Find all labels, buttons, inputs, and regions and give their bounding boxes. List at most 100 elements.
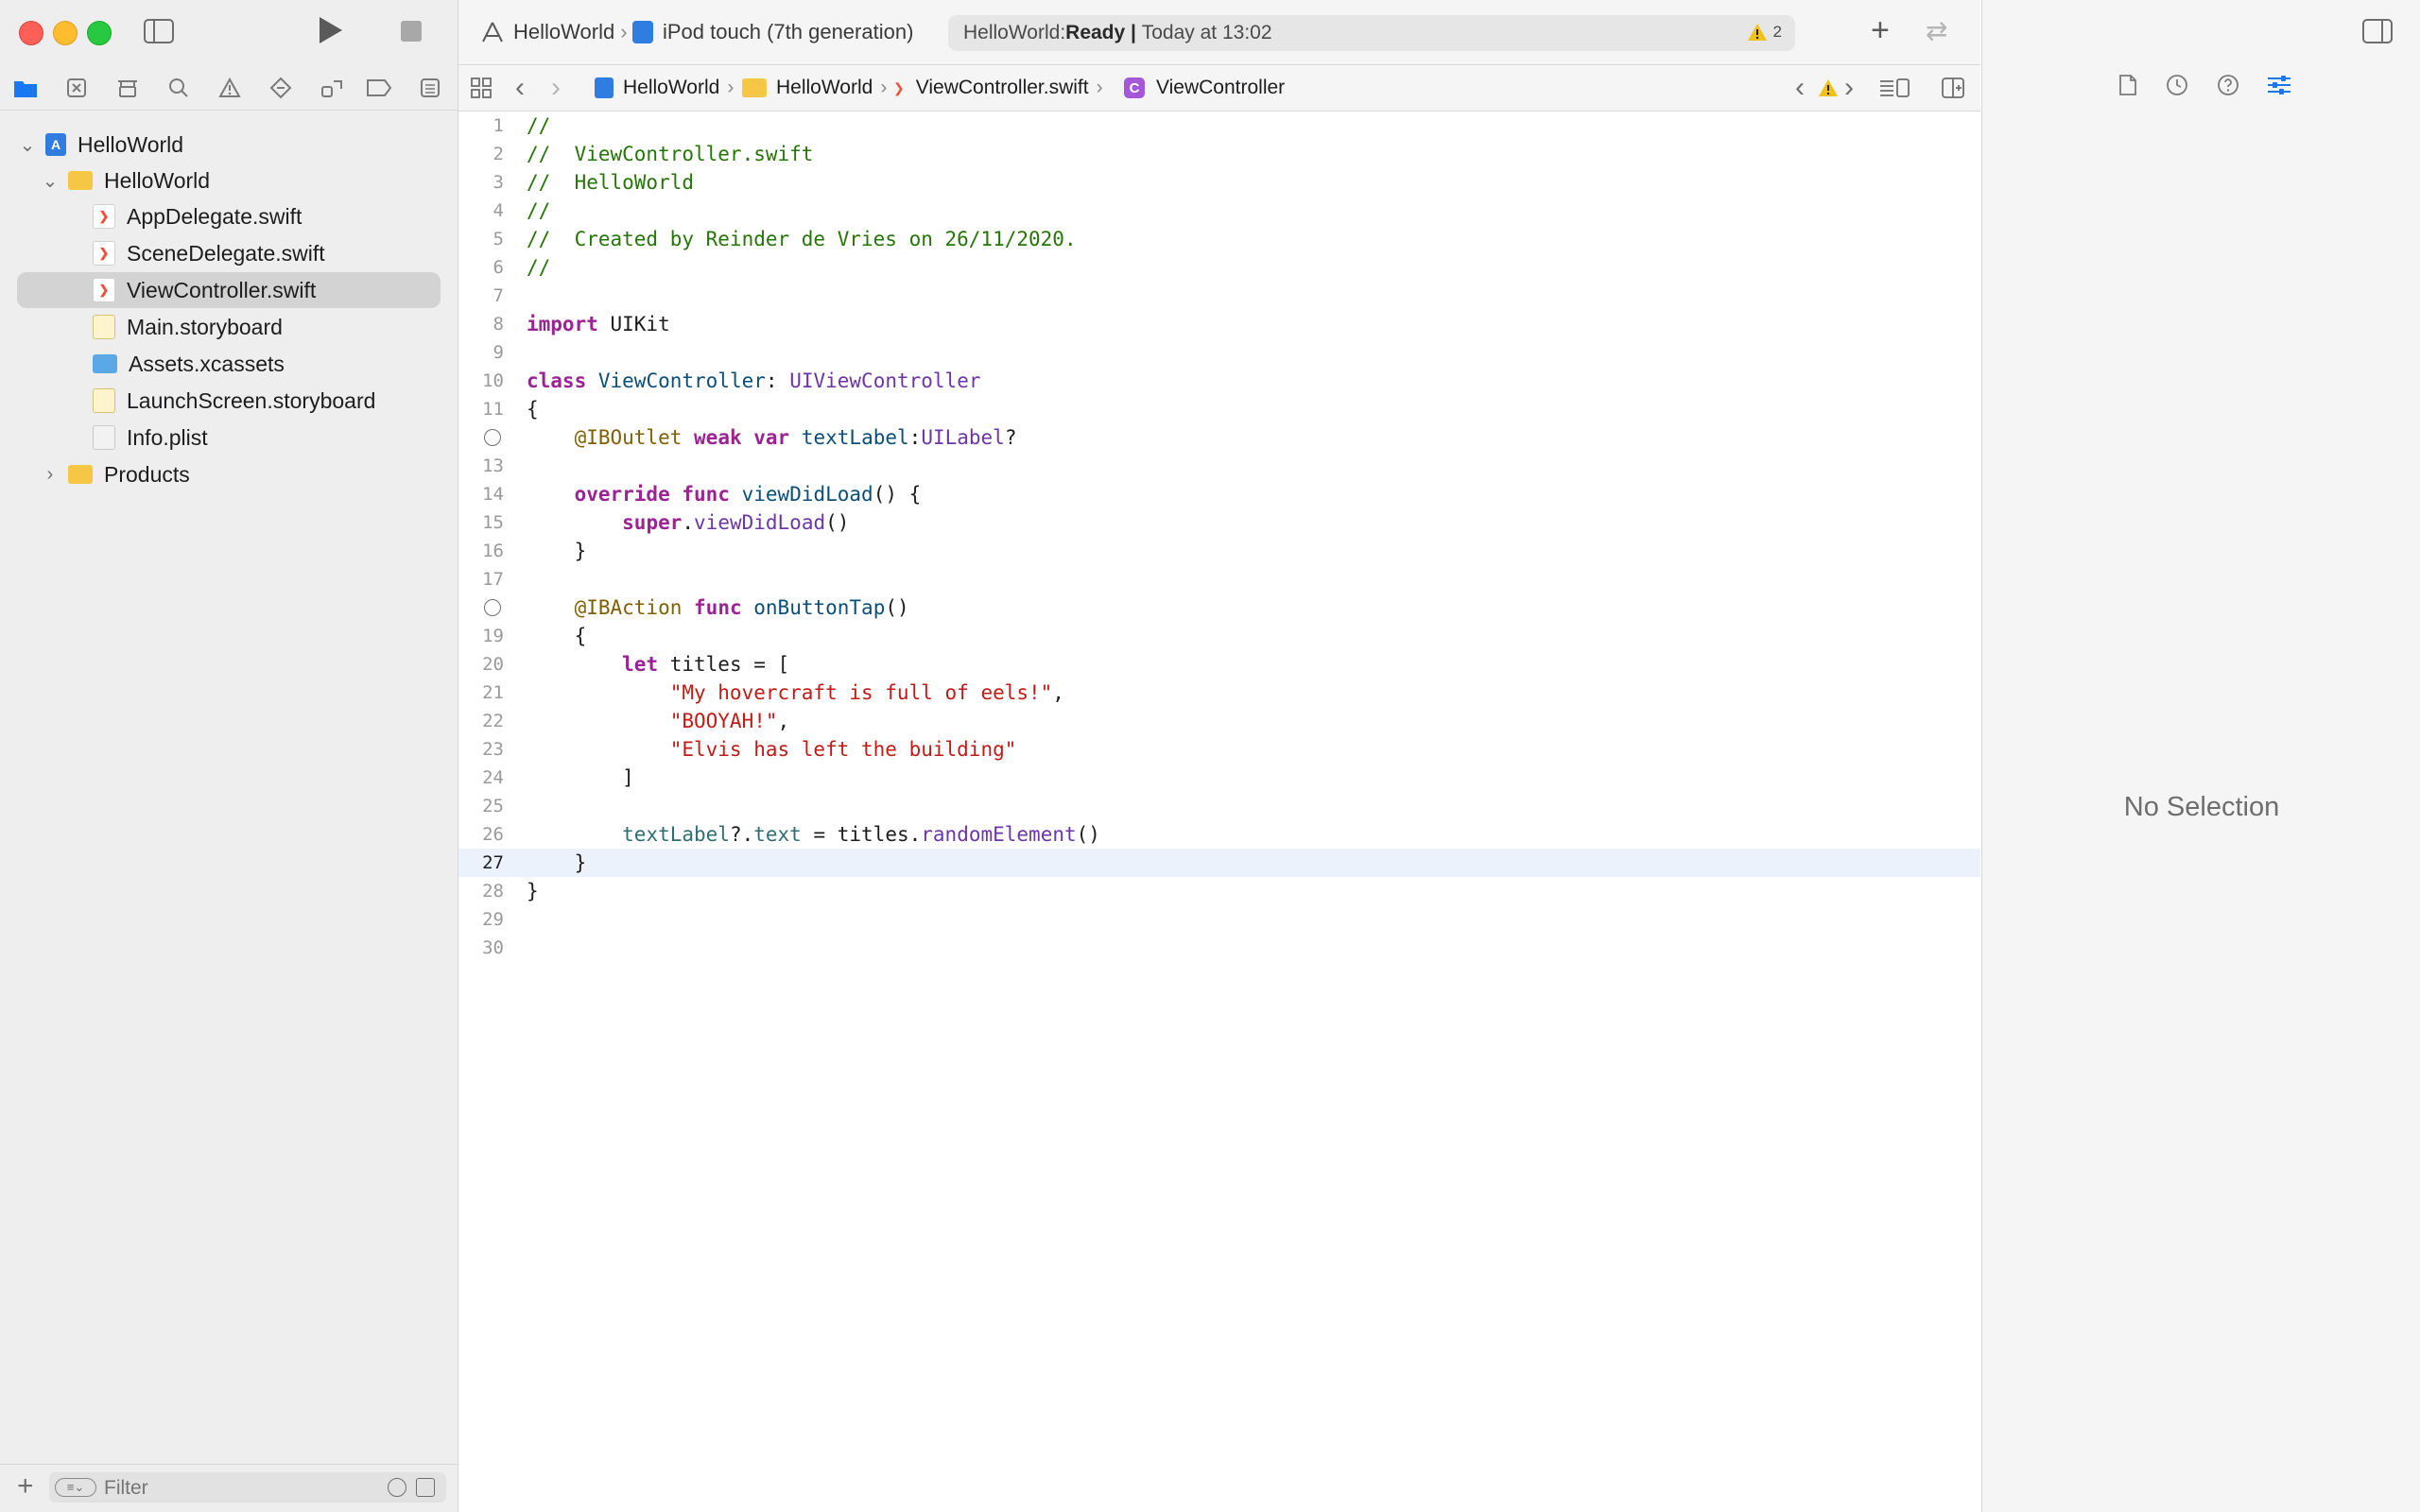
tree-item-group-helloworld[interactable]: ⌄ HelloWorld — [40, 163, 442, 198]
attributes-inspector-sliders-icon[interactable] — [2266, 74, 2292, 103]
code-line[interactable]: 7 — [458, 282, 1980, 310]
code-line[interactable]: 21 "My hovercraft is full of eels!", — [458, 679, 1980, 707]
previous-issue-chevron-icon[interactable]: ‹ — [1795, 65, 1805, 111]
code-line[interactable]: 2 // ViewController.swift — [458, 140, 1980, 168]
related-items-grid-icon[interactable] — [470, 65, 493, 111]
code-line[interactable]: 16 } — [458, 537, 1980, 565]
code-line[interactable]: 24 ] — [458, 764, 1980, 792]
code-line[interactable]: 19 { — [458, 622, 1980, 650]
jump-symbol[interactable]: C ViewController — [1124, 65, 1285, 111]
forward-chevron-icon[interactable]: › — [551, 65, 561, 111]
project-navigator-folder-icon[interactable] — [9, 74, 42, 102]
code-line[interactable]: 9 — [458, 338, 1980, 367]
tree-item-info-plist[interactable]: Info.plist — [93, 420, 442, 455]
jump-file[interactable]: ❯ ViewController.swift › — [893, 65, 1103, 111]
line-number: 19 — [482, 626, 504, 646]
line-number: 13 — [482, 455, 504, 476]
add-file-plus-icon[interactable]: + — [17, 1472, 34, 1501]
code-line[interactable]: 10 class ViewController: UIViewController — [458, 367, 1980, 395]
line-number: 10 — [482, 370, 504, 391]
find-navigator-search-icon[interactable] — [163, 74, 195, 102]
split-editor-icon[interactable] — [1941, 65, 1965, 111]
tree-item-appdelegate[interactable]: ❯ AppDelegate.swift — [93, 198, 442, 234]
outlet-connection-circle-icon[interactable] — [484, 429, 501, 446]
code-line[interactable]: 27 } — [458, 849, 1980, 877]
source-code-editor[interactable]: 1 // 2 // ViewController.swift 3 // HelloWorl… — [458, 112, 1980, 1512]
code-line[interactable]: 5 // Created by Reinder de Vries on 26/11… — [458, 225, 1980, 253]
code-line[interactable]: 17 — [458, 565, 1980, 593]
filter-field[interactable]: ≡⌄ — [49, 1472, 446, 1503]
tree-item-main-storyboard[interactable]: Main.storyboard — [93, 309, 442, 345]
warning-badge[interactable]: 2 — [1747, 23, 1782, 42]
code-line[interactable]: 3 // HelloWorld — [458, 168, 1980, 197]
code-token: weak — [694, 426, 742, 449]
code-token: UIViewController — [789, 369, 981, 392]
code-line[interactable]: 25 — [458, 792, 1980, 820]
code-line[interactable]: @IBOutlet weak var textLabel:UILabel? — [458, 423, 1980, 452]
tree-item-assets[interactable]: Assets.xcassets — [93, 346, 442, 382]
code-token: , — [777, 710, 790, 732]
code-line[interactable]: 13 — [458, 452, 1980, 480]
code-line[interactable]: 4 // — [458, 197, 1980, 225]
code-line[interactable]: 20 let titles = [ — [458, 650, 1980, 679]
code-line[interactable]: @IBAction func onButtonTap() — [458, 593, 1980, 622]
code-line[interactable]: 8 import UIKit — [458, 310, 1980, 338]
inspector-toggle-icon[interactable] — [2362, 19, 2393, 43]
tree-item-scenedelegate[interactable]: ❯ SceneDelegate.swift — [93, 235, 442, 271]
chevron-down-icon[interactable]: ⌄ — [40, 169, 60, 193]
code-line[interactable]: 30 — [458, 934, 1980, 962]
back-chevron-icon[interactable]: ‹ — [515, 65, 525, 111]
minimize-window-button[interactable] — [53, 21, 78, 45]
code-line[interactable]: 23 "Elvis has left the building" — [458, 735, 1980, 764]
warning-triangle-icon — [1747, 24, 1767, 41]
code-line[interactable]: 29 — [458, 905, 1980, 934]
code-line[interactable]: 11 { — [458, 395, 1980, 423]
chevron-right-icon[interactable]: › — [40, 464, 60, 486]
recent-files-clock-icon[interactable] — [388, 1478, 406, 1497]
run-button[interactable] — [320, 17, 342, 43]
code-line[interactable]: 28} — [458, 877, 1980, 905]
navigator-filter-bar: + ≡⌄ — [0, 1464, 458, 1512]
issue-warning-icon[interactable] — [1818, 65, 1839, 111]
next-issue-chevron-icon[interactable]: › — [1844, 65, 1854, 111]
tree-item-launchscreen[interactable]: LaunchScreen.storyboard — [93, 383, 442, 419]
source-control-icon[interactable] — [60, 74, 93, 102]
tree-item-viewcontroller[interactable]: ❯ ViewController.swift — [17, 272, 441, 308]
filter-options-icon[interactable]: ≡⌄ — [55, 1478, 96, 1497]
test-navigator-diamond-icon[interactable] — [265, 74, 297, 102]
symbol-navigator-icon[interactable] — [112, 74, 144, 102]
code-line[interactable]: 1 // — [458, 112, 1980, 140]
stop-button[interactable] — [401, 21, 422, 42]
scheme-selector[interactable]: HelloWorld › — [479, 15, 633, 49]
report-navigator-icon[interactable] — [414, 74, 446, 102]
debug-navigator-icon[interactable] — [316, 74, 348, 102]
destination-selector[interactable]: iPod touch (7th generation) — [632, 15, 913, 49]
breakpoint-navigator-tag-icon[interactable] — [363, 74, 395, 102]
file-inspector-document-icon[interactable] — [2118, 74, 2137, 103]
code-line[interactable]: 26 textLabel?.text = titles.randomElemen… — [458, 820, 1980, 849]
tree-item-products[interactable]: › Products — [40, 456, 442, 492]
outlet-connection-circle-icon[interactable] — [484, 599, 501, 616]
close-window-button[interactable] — [19, 21, 43, 45]
code-review-arrows-icon[interactable]: ⇄ — [1926, 15, 1947, 46]
line-number: 9 — [493, 342, 504, 363]
jump-project[interactable]: HelloWorld › — [595, 65, 734, 111]
issue-navigator-warning-icon[interactable] — [214, 74, 246, 102]
navigator-toggle-icon[interactable] — [144, 19, 174, 43]
library-plus-icon[interactable]: + — [1871, 13, 1890, 47]
zoom-window-button[interactable] — [87, 21, 112, 45]
chevron-down-icon[interactable]: ⌄ — [17, 133, 38, 157]
jump-group[interactable]: HelloWorld › — [742, 65, 887, 111]
line-number: 4 — [493, 200, 504, 221]
code-line[interactable]: 6 // — [458, 253, 1980, 282]
tree-item-project[interactable]: ⌄ A HelloWorld — [17, 127, 442, 163]
code-line[interactable]: 22 "BOOYAH!", — [458, 707, 1980, 735]
code-line[interactable]: 15 super.viewDidLoad() — [458, 508, 1980, 537]
history-inspector-clock-icon[interactable] — [2166, 74, 2188, 103]
editor-options-icon[interactable] — [1878, 65, 1910, 111]
quick-help-question-icon[interactable] — [2217, 74, 2239, 103]
source-control-filter-icon[interactable] — [416, 1478, 435, 1497]
activity-status-bar[interactable]: HelloWorld: Ready | Today at 13:02 2 — [948, 15, 1795, 51]
code-line[interactable]: 14 override func viewDidLoad() { — [458, 480, 1980, 508]
filter-input[interactable] — [102, 1474, 380, 1503]
